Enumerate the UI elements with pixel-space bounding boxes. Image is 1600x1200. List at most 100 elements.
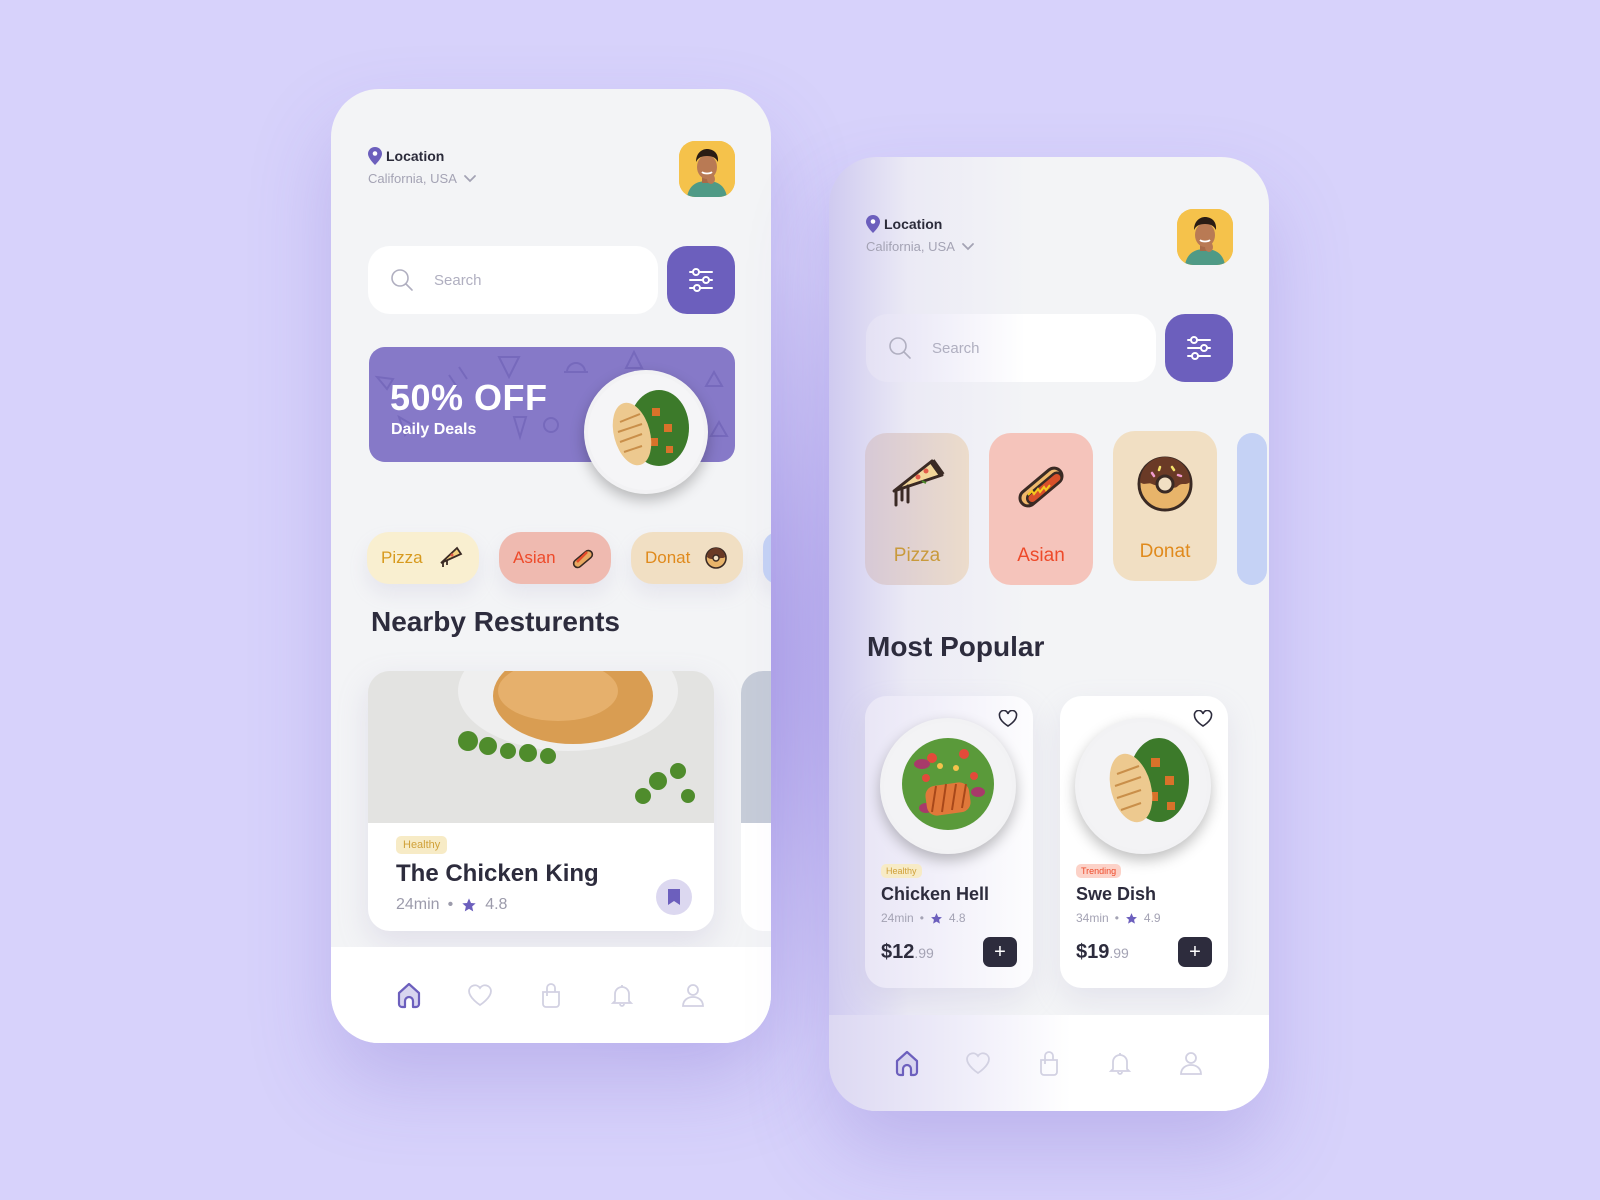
tab-profile[interactable] [1174,1046,1208,1080]
dish-tag: Healthy [881,864,922,878]
price-cents: .99 [1109,944,1129,961]
pizza-icon [439,546,462,567]
category-cards: Pizza Asian Donat [865,431,1267,585]
add-to-cart-button[interactable]: + [1178,937,1212,967]
tab-cart[interactable] [534,978,568,1012]
search-input[interactable] [434,271,614,289]
location-value: California, USA [866,239,955,254]
category-chip-pizza[interactable]: Pizza [367,532,479,584]
tab-profile[interactable] [676,978,710,1012]
tab-notifications[interactable] [1103,1046,1137,1080]
category-label: Donat [645,548,691,567]
category-label: Asian [513,548,556,567]
category-label: Donat [1139,541,1191,562]
sliders-icon [1187,336,1211,360]
location-pin-icon [866,215,880,233]
bookmark-button[interactable] [656,879,692,915]
meta-separator: • [447,896,454,913]
user-icon [682,984,705,1007]
user-icon [1180,1052,1203,1075]
dish-price: $19.99 [1076,941,1129,964]
dish-name: Swe Dish [1076,884,1157,904]
chicken-salad-plate-image [584,370,708,494]
section-title-popular: Most Popular [867,631,1045,662]
add-to-cart-button[interactable]: + [983,937,1017,967]
location-value: California, USA [368,171,457,186]
tab-favorites[interactable] [463,978,497,1012]
chevron-down-icon[interactable] [961,242,975,252]
sliders-icon [689,268,713,292]
delivery-time: 24min [881,911,914,925]
chevron-down-icon[interactable] [463,174,477,184]
star-icon [1125,912,1137,924]
bottom-tab-bar [331,947,771,1043]
category-card-donat[interactable]: Donat [1113,431,1217,581]
donut-icon [1137,456,1193,512]
restaurant-name: The Chicken King [396,860,599,887]
location-label: Location [386,148,445,164]
location-pin-icon [368,147,382,165]
bell-icon [610,985,634,1007]
location-selector[interactable]: Location California, USA [866,215,975,254]
heart-icon [965,1052,990,1075]
search-icon [391,269,413,291]
restaurant-tag: Healthy [396,836,448,854]
rating-value: 4.8 [485,896,508,913]
category-chip-asian[interactable]: Asian [499,532,611,584]
category-chip-more[interactable] [763,532,771,584]
search-icon [889,337,911,359]
search-bar[interactable] [368,246,658,314]
category-label: Pizza [381,548,423,567]
dish-price: $12.99 [881,941,934,964]
dish-card[interactable]: Healthy Chicken Hell 24min • 4.8 $12.99 … [865,696,1033,988]
salmon-salad-plate-image [880,718,1016,854]
star-icon [930,912,942,924]
tab-home[interactable] [392,978,426,1012]
dish-card[interactable]: Trending Swe Dish 34min • 4.9 $19.99 + [1060,696,1228,988]
meta-separator: • [919,911,924,925]
avatar[interactable] [1177,209,1233,265]
phone-home-screen: Location California, USA Search 50% OFF … [331,89,771,1043]
category-card-pizza[interactable]: Pizza [865,433,969,585]
restaurant-card[interactable]: Healthy The Chicken King 24min • 4.8 [368,671,714,931]
hotdog-icon [1018,466,1064,508]
tab-favorites[interactable] [961,1046,995,1080]
category-card-asian[interactable]: Asian [989,433,1093,585]
price-main: $12 [881,940,915,963]
bottom-tab-bar [829,1015,1269,1111]
bag-icon [542,983,560,1008]
pizza-icon [892,459,945,507]
location-label: Location [884,216,943,232]
category-label: Asian [1017,545,1065,566]
phone-popular-screen: Location California, USA Search Pizza As… [829,157,1269,1111]
rating-value: 4.8 [948,911,966,925]
dish-tag: Trending [1076,864,1122,878]
delivery-time: 34min [1076,911,1109,925]
chicken-salad-plate-image [1075,718,1211,854]
filter-button[interactable] [667,246,735,314]
category-chip-donat[interactable]: Donat [631,532,743,584]
tab-home[interactable] [890,1046,924,1080]
price-cents: .99 [914,944,934,961]
search-bar[interactable] [866,314,1156,382]
location-selector[interactable]: Location California, USA [368,147,477,186]
delivery-time: 24min [396,896,440,913]
section-title-nearby: Nearby Resturents [371,606,620,637]
promo-banner[interactable]: 50% OFF Daily Deals [369,347,735,494]
dish-name: Chicken Hell [881,884,990,904]
avatar[interactable] [679,141,735,197]
category-label: Pizza [893,545,941,566]
category-card-more[interactable] [1237,433,1267,585]
category-chips: Pizza Asian Donat [367,532,771,584]
bag-icon [1040,1051,1058,1076]
search-input[interactable] [932,339,1112,357]
home-icon [895,1050,918,1077]
heart-icon [467,984,492,1007]
restaurant-card-next[interactable] [741,671,771,931]
avatar-person-icon [1177,209,1233,265]
tab-notifications[interactable] [605,978,639,1012]
price-main: $19 [1076,940,1110,963]
tab-cart[interactable] [1032,1046,1066,1080]
filter-button[interactable] [1165,314,1233,382]
promo-title: 50% OFF [390,377,548,418]
